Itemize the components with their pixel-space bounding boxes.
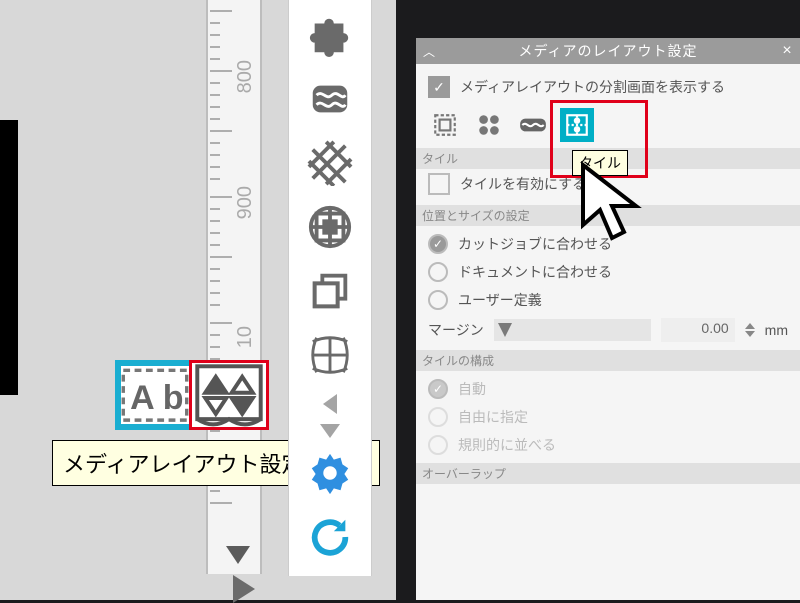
fit-doc-radio[interactable] bbox=[428, 262, 448, 282]
close-icon[interactable]: × bbox=[774, 42, 800, 60]
svg-text:A b: A b bbox=[130, 379, 183, 417]
freeform-label: 自由に指定 bbox=[458, 407, 528, 427]
enable-tile-label: タイルを有効にする bbox=[460, 174, 586, 194]
section-overlap: オーバーラップ bbox=[416, 463, 800, 484]
show-split-checkbox[interactable]: ✓ bbox=[428, 76, 450, 98]
mode-crop-button[interactable] bbox=[428, 108, 462, 142]
layers-tool[interactable] bbox=[298, 262, 362, 320]
expand-down-icon[interactable] bbox=[320, 424, 340, 438]
refresh-icon bbox=[307, 514, 353, 560]
puzzle-tool[interactable] bbox=[298, 6, 362, 64]
collapse-left-icon[interactable] bbox=[323, 394, 337, 414]
freeform-radio bbox=[428, 407, 448, 427]
fit-cut-label: カットジョブに合わせる bbox=[458, 234, 612, 254]
section-tilecomp: タイルの構成 bbox=[416, 350, 800, 371]
grid-tool[interactable] bbox=[298, 198, 362, 256]
play-icon[interactable] bbox=[233, 575, 255, 603]
roll-icon bbox=[518, 113, 548, 137]
tile-icon bbox=[564, 112, 590, 138]
fit-user-label: ユーザー定義 bbox=[458, 290, 542, 310]
fit-doc-label: ドキュメントに合わせる bbox=[458, 262, 612, 282]
layers-icon bbox=[307, 268, 353, 314]
canvas-edge bbox=[0, 120, 18, 395]
enable-tile-checkbox[interactable] bbox=[428, 173, 450, 195]
media-layout-panel-button[interactable] bbox=[189, 360, 269, 430]
regular-radio bbox=[428, 435, 448, 455]
canvas-area: 800 900 10 A b bbox=[0, 0, 396, 600]
regular-label: 規則的に並べる bbox=[458, 435, 556, 455]
auto-radio bbox=[428, 379, 448, 399]
fit-cut-radio[interactable] bbox=[428, 234, 448, 254]
text-tool-button[interactable]: A b bbox=[115, 360, 195, 430]
mode-roll-button[interactable] bbox=[516, 108, 550, 142]
auto-label: 自動 bbox=[458, 379, 486, 399]
section-sizepos: 位置とサイズの設定 bbox=[416, 205, 800, 226]
warp-tool[interactable] bbox=[298, 326, 362, 384]
panel-title: メディアのレイアウト設定 bbox=[442, 41, 774, 61]
ruler-arrow-icon bbox=[226, 546, 250, 564]
margin-unit: mm bbox=[765, 322, 788, 338]
margin-label: マージン bbox=[428, 320, 484, 340]
ruler-label-10: 10 bbox=[234, 326, 257, 348]
ruler-label-800: 800 bbox=[234, 60, 257, 93]
margin-value[interactable]: 0.00 bbox=[661, 318, 735, 342]
layout-shapes-icon bbox=[192, 361, 266, 430]
panel-titlebar[interactable]: ︿ メディアのレイアウト設定 × bbox=[416, 38, 800, 64]
gear-icon bbox=[307, 450, 353, 496]
tool-column bbox=[288, 0, 372, 576]
warp-grid-icon bbox=[307, 332, 353, 378]
fit-user-radio[interactable] bbox=[428, 290, 448, 310]
vertical-ruler: 800 900 10 bbox=[206, 0, 262, 574]
show-split-label: メディアレイアウトの分割画面を表示する bbox=[460, 77, 725, 97]
puzzle-icon bbox=[307, 12, 353, 58]
margin-slider[interactable] bbox=[494, 319, 651, 341]
mode-tile-button[interactable] bbox=[560, 108, 594, 142]
margin-spinner[interactable] bbox=[745, 323, 755, 337]
settings-tool[interactable] bbox=[298, 444, 362, 502]
tooltip-tile: タイル bbox=[572, 150, 628, 176]
grid-sphere-icon bbox=[307, 204, 353, 250]
ruler-label-900: 900 bbox=[234, 186, 257, 219]
hatch-icon bbox=[307, 140, 353, 186]
palette: A b bbox=[115, 360, 269, 430]
mode-buttons-row bbox=[428, 108, 788, 142]
hatch-tool[interactable] bbox=[298, 134, 362, 192]
media-layout-panel: ︿ メディアのレイアウト設定 × ✓ メディアレイアウトの分割画面を表示する タ… bbox=[416, 38, 800, 600]
slider-thumb-icon bbox=[498, 323, 512, 337]
refresh-tool[interactable] bbox=[298, 508, 362, 566]
text-ab-icon: A b bbox=[121, 368, 189, 422]
wave-tool[interactable] bbox=[298, 70, 362, 128]
copies-icon bbox=[476, 112, 502, 138]
crop-icon bbox=[432, 112, 458, 138]
mode-copies-button[interactable] bbox=[472, 108, 506, 142]
collapse-caret-icon[interactable]: ︿ bbox=[416, 43, 442, 60]
wave-icon bbox=[307, 76, 353, 122]
